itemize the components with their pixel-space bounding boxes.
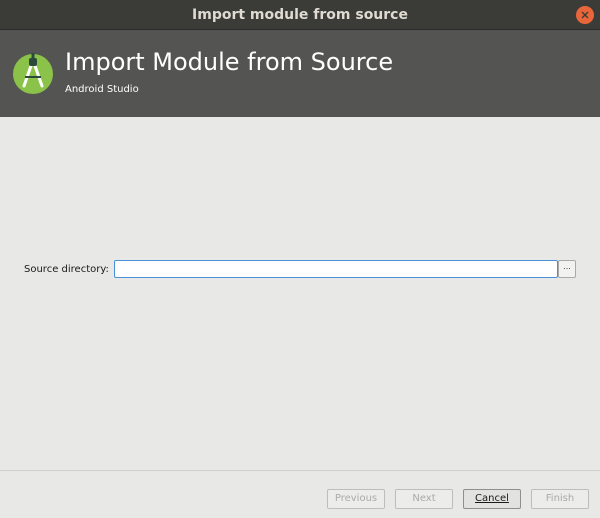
source-directory-input[interactable] [114,260,558,278]
page-subtitle: Android Studio [65,84,139,95]
source-directory-label: Source directory: [24,264,109,275]
next-button-label: Next [412,493,436,504]
android-studio-logo-icon [13,53,53,94]
close-icon [581,11,589,19]
content-area: Source directory: ... [0,117,600,470]
previous-button[interactable]: Previous [327,489,385,509]
window-title: Import module from source [192,7,408,23]
cancel-button[interactable]: Cancel [463,489,521,509]
header-banner: Import Module from Source Android Studio [0,30,600,117]
cancel-button-label: Cancel [475,493,509,504]
previous-button-label: Previous [334,493,378,504]
page-title: Import Module from Source [65,48,394,76]
window-titlebar: Import module from source [0,0,600,30]
finish-button-label: Finish [545,493,575,504]
footer-bar: Previous Next Cancel Finish [0,471,600,518]
browse-button[interactable]: ... [558,260,576,278]
next-button[interactable]: Next [395,489,453,509]
finish-button[interactable]: Finish [531,489,589,509]
close-button[interactable] [576,6,594,24]
